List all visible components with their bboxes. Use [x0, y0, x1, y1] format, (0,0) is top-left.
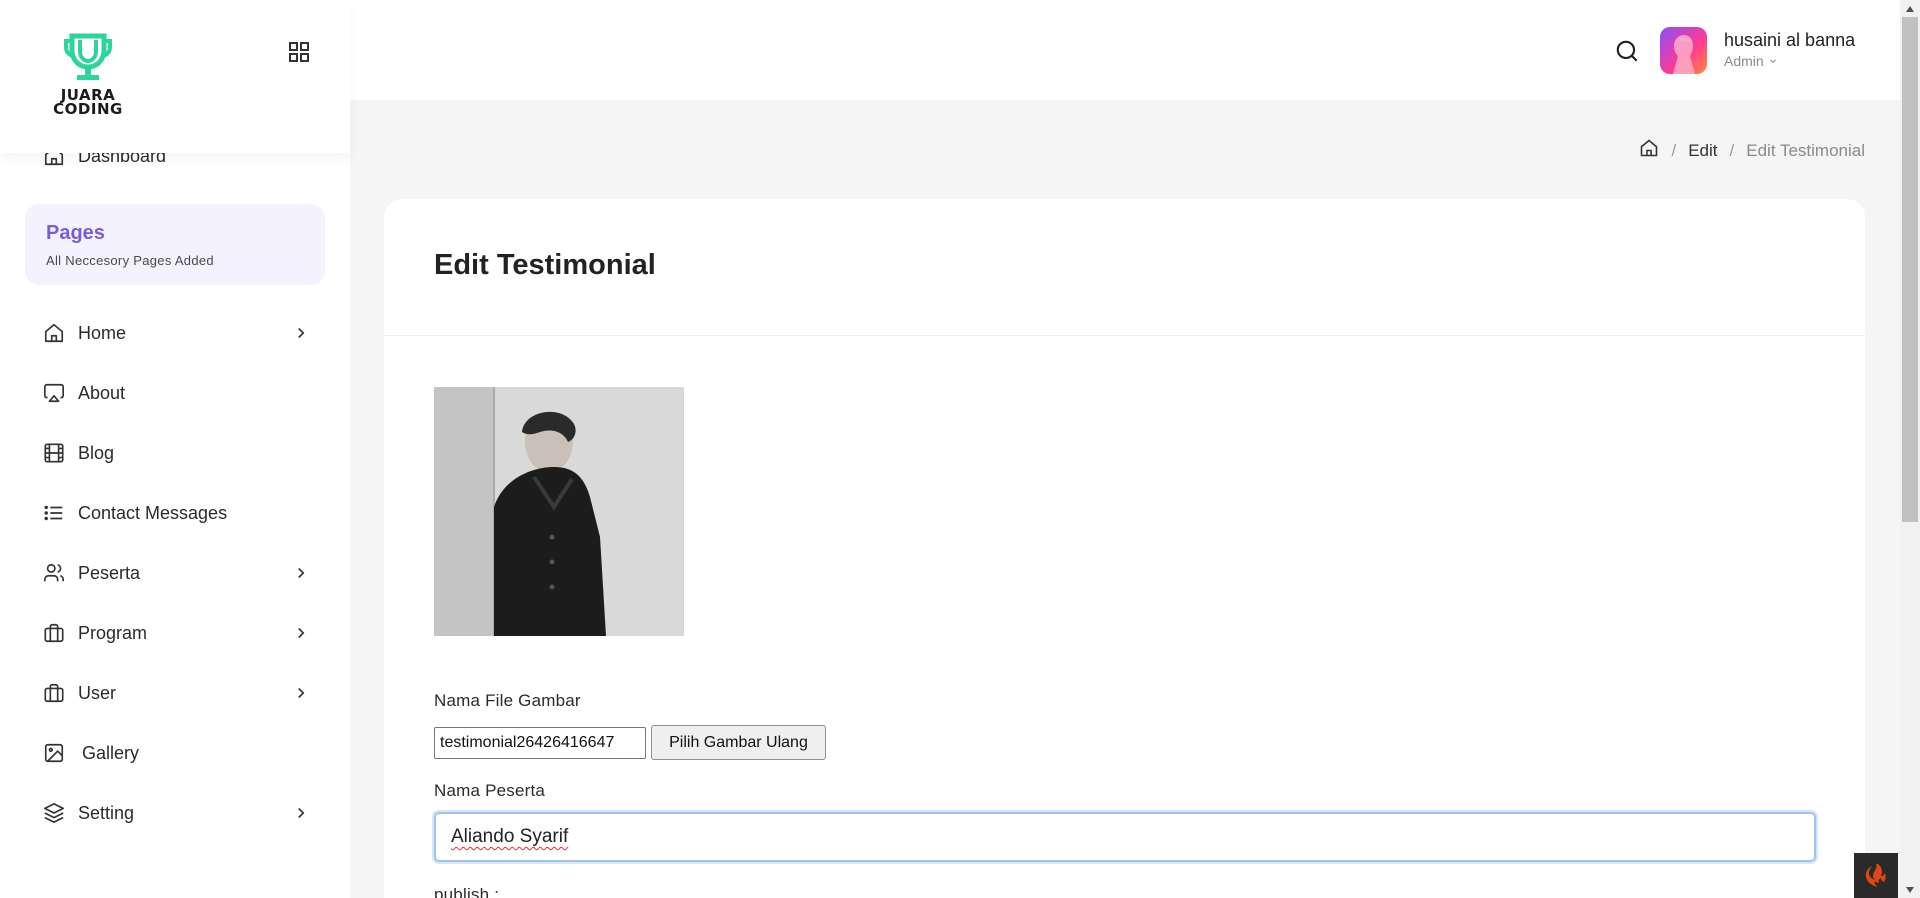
- breadcrumb-separator: /: [1671, 140, 1677, 160]
- page-title: Edit Testimonial: [434, 249, 656, 281]
- sidebar-item-gallery[interactable]: Gallery: [42, 733, 310, 773]
- logo-text-line2: CODING: [53, 100, 123, 118]
- juara-coding-logo[interactable]: JUARA CODING: [42, 32, 134, 122]
- chevron-right-icon: [292, 684, 310, 702]
- sidebar-item-label: About: [78, 382, 126, 403]
- chevron-right-icon: [292, 624, 310, 642]
- home-icon[interactable]: [1639, 138, 1659, 163]
- pages-subtitle: All Neccesory Pages Added: [46, 253, 214, 268]
- pages-section: Pages All Neccesory Pages Added: [25, 204, 325, 285]
- divider: [384, 335, 1865, 336]
- user-role-label: Admin: [1724, 53, 1764, 69]
- grid-icon[interactable]: [287, 40, 311, 64]
- sidebar-item-program[interactable]: Program: [42, 613, 310, 653]
- participant-name-label: Nama Peserta: [434, 781, 546, 800]
- file-name-field[interactable]: testimonial26426416647: [434, 727, 646, 759]
- search-icon[interactable]: [1614, 38, 1640, 64]
- pages-title: Pages: [46, 222, 105, 244]
- participant-name-value: Aliando Syarif: [451, 826, 569, 847]
- sidebar-item-label: Gallery: [82, 742, 140, 763]
- sidebar-item-label: Blog: [78, 442, 115, 463]
- chevron-right-icon: [292, 804, 310, 822]
- breadcrumb: / Edit / Edit Testimonial: [1639, 138, 1865, 163]
- publish-label: publish :: [434, 885, 500, 898]
- scroll-up-arrow-icon[interactable]: [1900, 0, 1920, 17]
- edit-testimonial-card: Edit Testimonial Nama File Gambar testim…: [384, 199, 1865, 898]
- logo-text: JUARA CODING: [42, 88, 134, 118]
- participant-name-input[interactable]: Aliando Syarif: [434, 812, 1816, 862]
- sidebar-item-about[interactable]: About: [42, 373, 310, 413]
- sidebar: Dashboard Pages All Neccesory Pages Adde…: [0, 0, 350, 898]
- sidebar-item-label: Setting: [78, 802, 135, 823]
- scrollbar-thumb[interactable]: [1902, 17, 1918, 522]
- breadcrumb-separator: /: [1729, 140, 1735, 160]
- users-icon: [42, 561, 66, 585]
- briefcase-icon: [42, 621, 66, 645]
- scroll-down-arrow-icon[interactable]: [1900, 881, 1920, 898]
- user-role-dropdown[interactable]: Admin: [1724, 53, 1778, 69]
- top-header: husaini al banna Admin: [350, 0, 1900, 100]
- sidebar-item-label: Contact Messages: [78, 502, 228, 523]
- sidebar-item-label: User: [78, 682, 117, 703]
- sidebar-item-label: Home: [78, 322, 127, 343]
- sidebar-item-blog[interactable]: Blog: [42, 433, 310, 473]
- airplay-icon: [42, 381, 66, 405]
- sidebar-item-home[interactable]: Home: [42, 313, 310, 353]
- sidebar-item-contact-messages[interactable]: Contact Messages: [42, 493, 310, 533]
- file-name-label: Nama File Gambar: [434, 691, 581, 710]
- trophy-icon: [64, 33, 112, 80]
- breadcrumb-edit[interactable]: Edit: [1688, 141, 1717, 161]
- codeigniter-flame-icon[interactable]: [1854, 853, 1898, 898]
- logo-area: JUARA CODING: [0, 0, 350, 153]
- breadcrumb-current: Edit Testimonial: [1746, 140, 1865, 160]
- briefcase-icon: [42, 681, 66, 705]
- layers-icon: [42, 801, 66, 825]
- choose-image-button[interactable]: Pilih Gambar Ulang: [651, 725, 826, 760]
- image-icon: [42, 741, 66, 765]
- chevron-right-icon: [292, 324, 310, 342]
- user-name[interactable]: husaini al banna: [1724, 30, 1855, 51]
- chevron-down-icon: [1768, 53, 1778, 69]
- sidebar-item-label: Program: [78, 622, 148, 643]
- testimonial-photo: [434, 387, 684, 636]
- sidebar-item-label: Peserta: [78, 562, 141, 583]
- sidebar-item-peserta[interactable]: Peserta: [42, 553, 310, 593]
- sidebar-item-setting[interactable]: Setting: [42, 793, 310, 833]
- sidebar-item-user[interactable]: User: [42, 673, 310, 713]
- chevron-right-icon: [292, 564, 310, 582]
- avatar[interactable]: [1660, 27, 1707, 74]
- film-icon: [42, 441, 66, 465]
- page-scrollbar[interactable]: [1900, 0, 1920, 898]
- home-icon: [42, 321, 66, 345]
- list-icon: [42, 501, 66, 525]
